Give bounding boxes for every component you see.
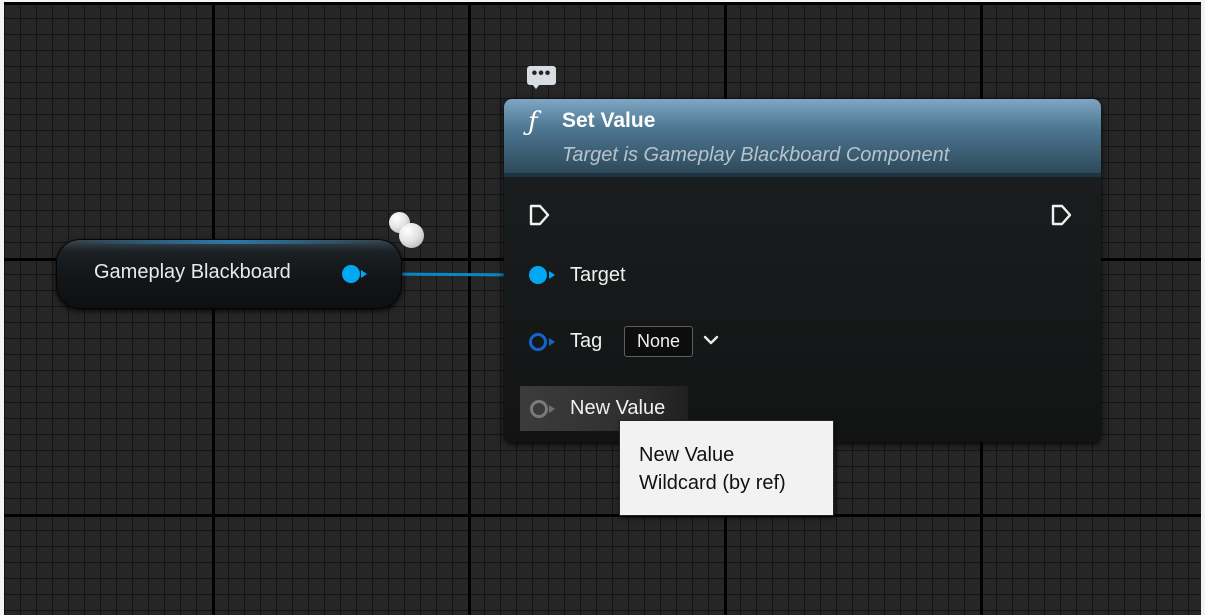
function-node-subtitle: Target is Gameplay Blackboard Component (562, 144, 950, 166)
gameplay-blackboard-variable-node[interactable]: Gameplay Blackboard (56, 239, 402, 309)
canvas-border-right (1201, 0, 1205, 615)
pin-tooltip: New Value Wildcard (by ref) (619, 420, 834, 516)
variable-output-pin-arrow (361, 270, 367, 278)
comment-dots: ••• (531, 65, 552, 82)
new-value-pin-arrow (549, 405, 555, 413)
chevron-down-icon[interactable] (702, 333, 720, 347)
canvas-border-left (0, 0, 4, 615)
function-icon: ƒ (528, 107, 538, 137)
target-pin-label: Target (570, 264, 626, 286)
canvas-border-top (0, 0, 1205, 2)
tag-pin-arrow (549, 338, 555, 346)
node-highlight (78, 240, 380, 244)
target-input-pin[interactable] (529, 266, 547, 284)
variable-output-pin[interactable] (342, 265, 360, 283)
exec-in-pin-icon[interactable] (527, 203, 551, 227)
tag-value-field[interactable]: None (624, 326, 693, 357)
tooltip-type: Wildcard (by ref) (639, 472, 786, 494)
new-value-pin-label: New Value (570, 397, 666, 419)
function-node-title: Set Value (562, 109, 656, 132)
target-pin-arrow (549, 271, 555, 279)
variable-node-label: Gameplay Blackboard (94, 261, 291, 283)
decorative-sphere-icon (399, 223, 424, 248)
comment-bubble-icon[interactable]: ••• (527, 65, 556, 89)
function-node-header[interactable]: ƒ Set Value Target is Gameplay Blackboar… (504, 99, 1101, 177)
tag-input-pin[interactable] (529, 333, 547, 351)
exec-out-pin-icon[interactable] (1049, 203, 1073, 227)
tag-pin-label: Tag (570, 330, 603, 352)
new-value-input-pin[interactable] (530, 400, 548, 418)
tooltip-title: New Value (639, 444, 735, 466)
